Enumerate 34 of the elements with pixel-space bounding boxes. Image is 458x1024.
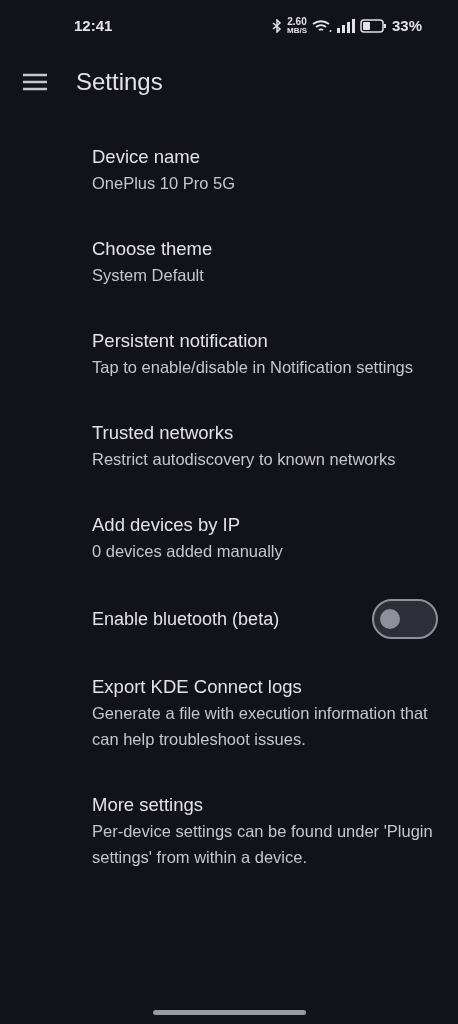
setting-subtitle: Tap to enable/disable in Notification settings	[92, 357, 415, 378]
setting-title: Persistent notification	[92, 329, 269, 353]
setting-title: More settings	[92, 793, 205, 817]
settings-item[interactable]: Export KDE Connect logs Generate a file with execution information that can help troubleshoot issues.	[0, 654, 458, 772]
settings-item[interactable]: Trusted networks Restrict autodiscovery to known networks	[0, 400, 458, 492]
settings-item[interactable]: Enable bluetooth (beta)	[0, 584, 458, 654]
toggle-switch[interactable]	[372, 599, 438, 639]
speed-unit: MB/S	[286, 27, 307, 35]
menu-icon	[23, 73, 47, 91]
setting-title: Device name	[92, 145, 201, 169]
setting-subtitle: Restrict autodiscovery to known networks	[92, 449, 397, 470]
setting-subtitle: Per-device settings can be found under 'Plugin settings' from within a device.	[92, 821, 434, 868]
battery-icon	[359, 19, 387, 33]
setting-subtitle: System Default	[92, 265, 205, 286]
network-speed: 2.60	[287, 17, 307, 27]
settings-item[interactable]: Add devices by IP 0 devices added manually	[0, 492, 458, 584]
battery-percent: 33%	[391, 15, 422, 36]
setting-title: Add devices by IP	[92, 513, 242, 537]
settings-item[interactable]: Device name OnePlus 10 Pro 5G	[0, 124, 458, 216]
setting-subtitle: Generate a file with execution information that can help troubleshoot issues.	[92, 703, 429, 750]
app-bar-title: Settings	[76, 67, 163, 97]
setting-title: Export KDE Connect logs	[92, 675, 303, 699]
status-time: 12:41	[74, 15, 113, 36]
signal-icon	[336, 19, 355, 33]
wifi-icon	[311, 19, 332, 33]
settings-item[interactable]: Persistent notification Tap to enable/disable in Notification settings	[0, 308, 458, 400]
setting-title: Trusted networks	[92, 421, 235, 445]
settings-item[interactable]: More settings Per-device settings can be found under 'Plugin settings' from within a device.	[0, 772, 458, 890]
setting-subtitle: OnePlus 10 Pro 5G	[92, 173, 237, 194]
setting-subtitle: 0 devices added manually	[92, 541, 284, 562]
setting-title: Enable bluetooth (beta)	[92, 608, 280, 631]
settings-item[interactable]: Choose theme System Default	[0, 216, 458, 308]
setting-title: Choose theme	[92, 237, 214, 261]
bluetooth-icon	[271, 19, 282, 33]
